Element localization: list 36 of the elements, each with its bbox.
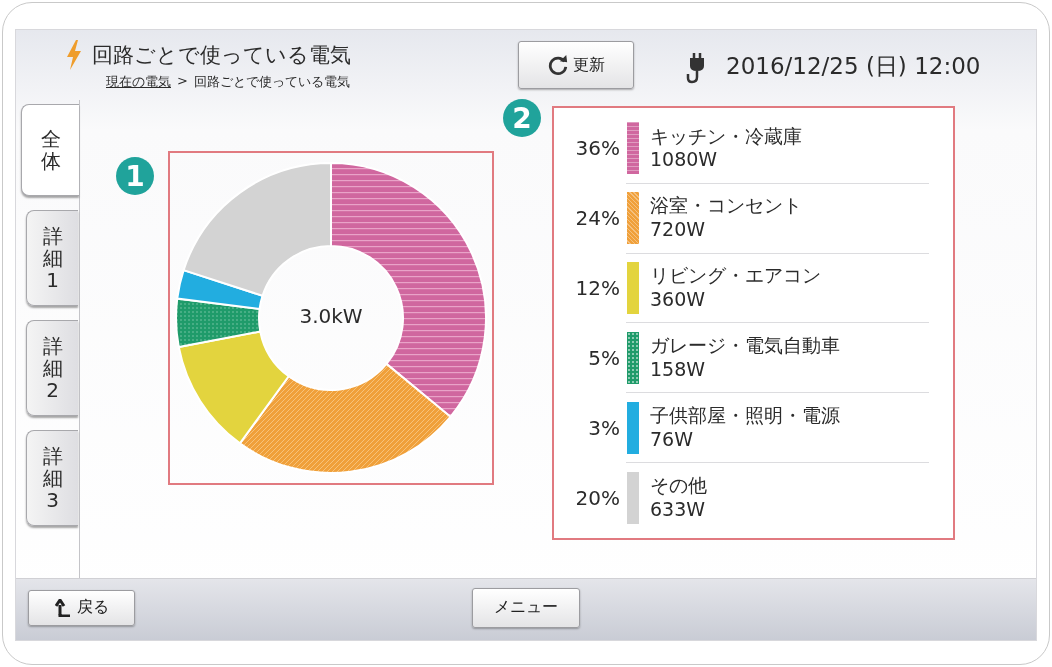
power-value: 633W	[650, 497, 707, 522]
number-marker: 1	[116, 157, 154, 195]
percent-label: 20%	[574, 485, 620, 510]
refresh-icon	[547, 54, 569, 76]
circuit-name: その他	[650, 473, 707, 498]
circuit-name: 子供部屋・照明・電源	[650, 403, 840, 428]
screen-title: 回路ごとで使っている電気	[92, 42, 351, 69]
return-arrow-icon	[54, 598, 71, 617]
power-value: 1080W	[650, 148, 719, 173]
percent-label: 5%	[587, 345, 620, 370]
refresh-button[interactable]: 更新	[518, 41, 634, 89]
percent-label: 24%	[574, 206, 620, 231]
circuit-name: 浴室・コンセント	[650, 194, 802, 219]
back-button[interactable]: 戻る	[28, 589, 135, 626]
menu-button[interactable]: メニュー	[472, 587, 580, 628]
circuit-name: キッチン・冷蔵庫	[650, 124, 802, 149]
power-value: 76W	[650, 427, 694, 452]
percent-label: 12%	[574, 276, 620, 301]
power-value: 360W	[650, 288, 707, 312]
side-tab[interactable]: 全体	[21, 104, 79, 196]
side-tab[interactable]: 詳細2	[26, 320, 78, 416]
percent-label: 3%	[587, 415, 620, 440]
circuit-name: リビング・エアコン	[650, 264, 821, 289]
breadcrumb-separator: >	[177, 73, 188, 90]
breadcrumb-link[interactable]: 現在の電気	[106, 73, 171, 91]
power-value: 720W	[650, 218, 707, 242]
percent-label: 36%	[574, 136, 620, 161]
power-value: 158W	[650, 357, 707, 382]
circuit-name: ガレージ・電気自動車	[650, 334, 840, 358]
total-power: 3.0kW	[298, 304, 364, 328]
lightning-icon	[64, 40, 84, 70]
breadcrumb-current: 回路ごとで使っている電気	[193, 73, 350, 91]
side-tab[interactable]: 詳細3	[26, 430, 78, 526]
date-time: 2016/12/25 (日) 12:00	[726, 52, 981, 81]
number-marker: 2	[503, 99, 541, 137]
side-tab[interactable]: 詳細1	[26, 210, 78, 306]
